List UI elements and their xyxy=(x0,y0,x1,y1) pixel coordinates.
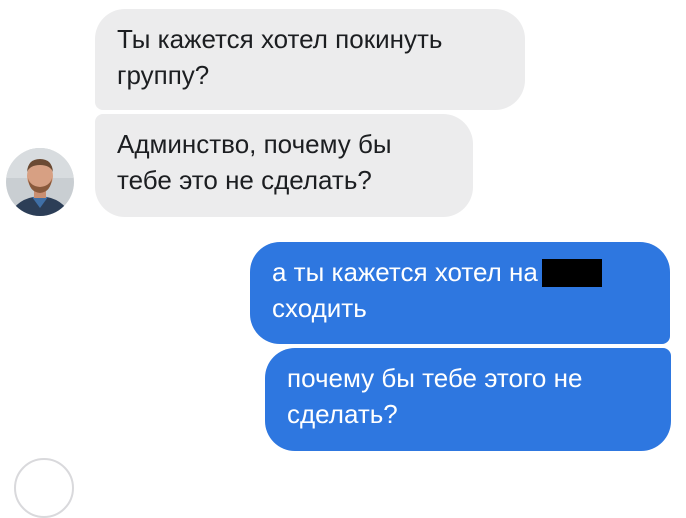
avatar-image xyxy=(6,148,74,216)
partial-avatar xyxy=(14,458,74,518)
message-text: Ты кажется хотел покинуть xyxy=(117,24,443,54)
incoming-message[interactable]: Админство, почему бы тебе это не сделать… xyxy=(95,114,473,217)
contact-avatar[interactable] xyxy=(6,148,74,216)
message-text: Админство, почему бы xyxy=(117,129,392,159)
message-text-line: а ты кажется хотел на xyxy=(272,254,648,290)
chat-thread: Ты кажется хотел покинуть группу? Админс… xyxy=(0,0,686,518)
message-text: почему бы тебе этого не xyxy=(287,363,583,393)
incoming-message[interactable]: Ты кажется хотел покинуть группу? xyxy=(95,9,525,110)
outgoing-message[interactable]: а ты кажется хотел на сходить xyxy=(250,242,670,344)
message-text: сходить xyxy=(272,293,367,323)
message-text: а ты кажется хотел на xyxy=(272,257,538,287)
outgoing-message[interactable]: почему бы тебе этого не сделать? xyxy=(265,348,671,451)
redacted-word xyxy=(541,259,602,287)
message-text: сделать? xyxy=(287,399,398,429)
message-text: группу? xyxy=(117,60,210,90)
message-text: тебе это не сделать? xyxy=(117,165,372,195)
